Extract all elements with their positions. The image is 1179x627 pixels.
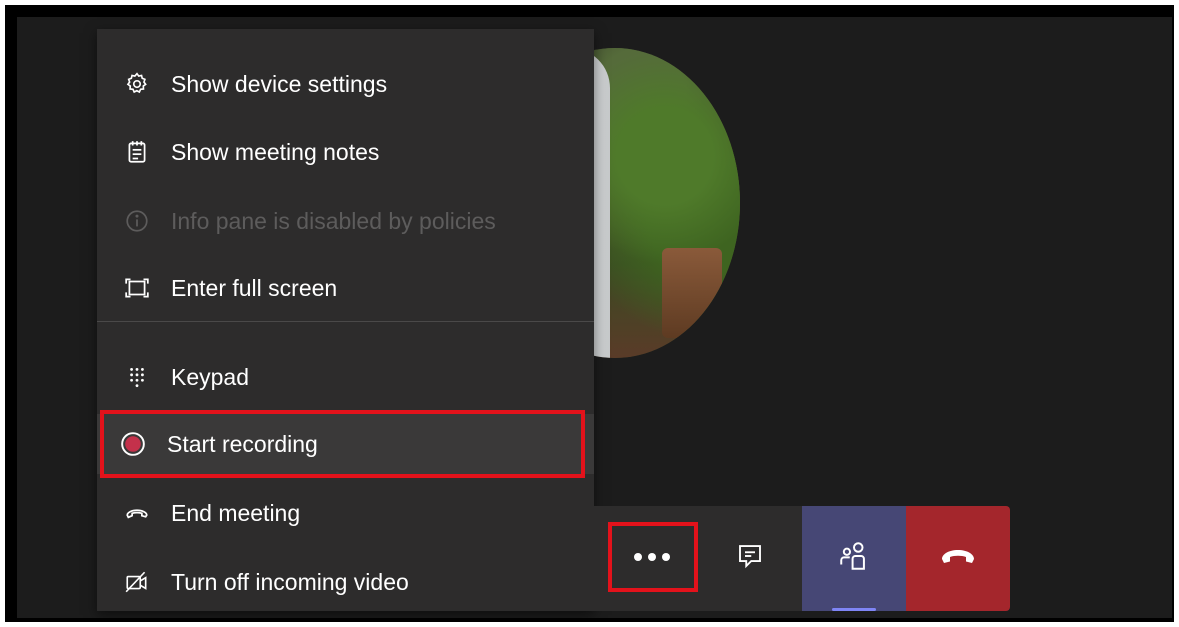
menu-item-incoming-video[interactable]: Turn off incoming video [97,552,594,612]
info-icon [123,207,151,235]
more-actions-menu: Show device settings Show meeting notes [97,29,594,611]
menu-item-meeting-notes[interactable]: Show meeting notes [97,122,594,182]
menu-item-device-settings[interactable]: Show device settings [97,54,594,114]
menu-item-label: End meeting [171,499,301,526]
menu-divider [97,321,594,322]
video-off-icon [123,568,151,596]
menu-item-full-screen[interactable]: Enter full screen [97,258,594,318]
phone-hangup-icon [940,546,976,571]
menu-item-label: Info pane is disabled by policies [171,207,496,234]
chat-button[interactable] [698,506,802,611]
menu-item-label: Show device settings [171,70,388,97]
menu-item-label: Turn off incoming video [171,568,409,595]
people-icon [837,539,871,578]
more-actions-button[interactable] [594,506,698,611]
hang-up-button[interactable] [906,506,1010,611]
menu-item-end-meeting[interactable]: End meeting [97,483,594,543]
menu-item-info-pane: Info pane is disabled by policies [97,191,594,251]
chat-icon [735,541,765,576]
screenshot-frame: Show device settings Show meeting notes [5,5,1174,622]
end-meeting-icon [123,499,151,527]
more-actions-highlight-box [608,522,698,592]
call-toolbar [594,506,1024,611]
menu-item-label: Start recording [167,430,318,457]
meeting-stage: Show device settings Show meeting notes [17,17,1172,618]
keypad-icon [123,363,151,391]
menu-item-keypad[interactable]: Keypad [97,347,594,407]
participants-button[interactable] [802,506,906,611]
notes-icon [123,138,151,166]
menu-item-label: Enter full screen [171,274,338,301]
menu-item-label: Show meeting notes [171,138,380,165]
fullscreen-icon [123,274,151,302]
menu-item-start-recording[interactable]: Start recording [97,414,594,474]
gear-icon [123,70,151,98]
record-icon [119,430,147,458]
menu-item-label: Keypad [171,363,250,390]
